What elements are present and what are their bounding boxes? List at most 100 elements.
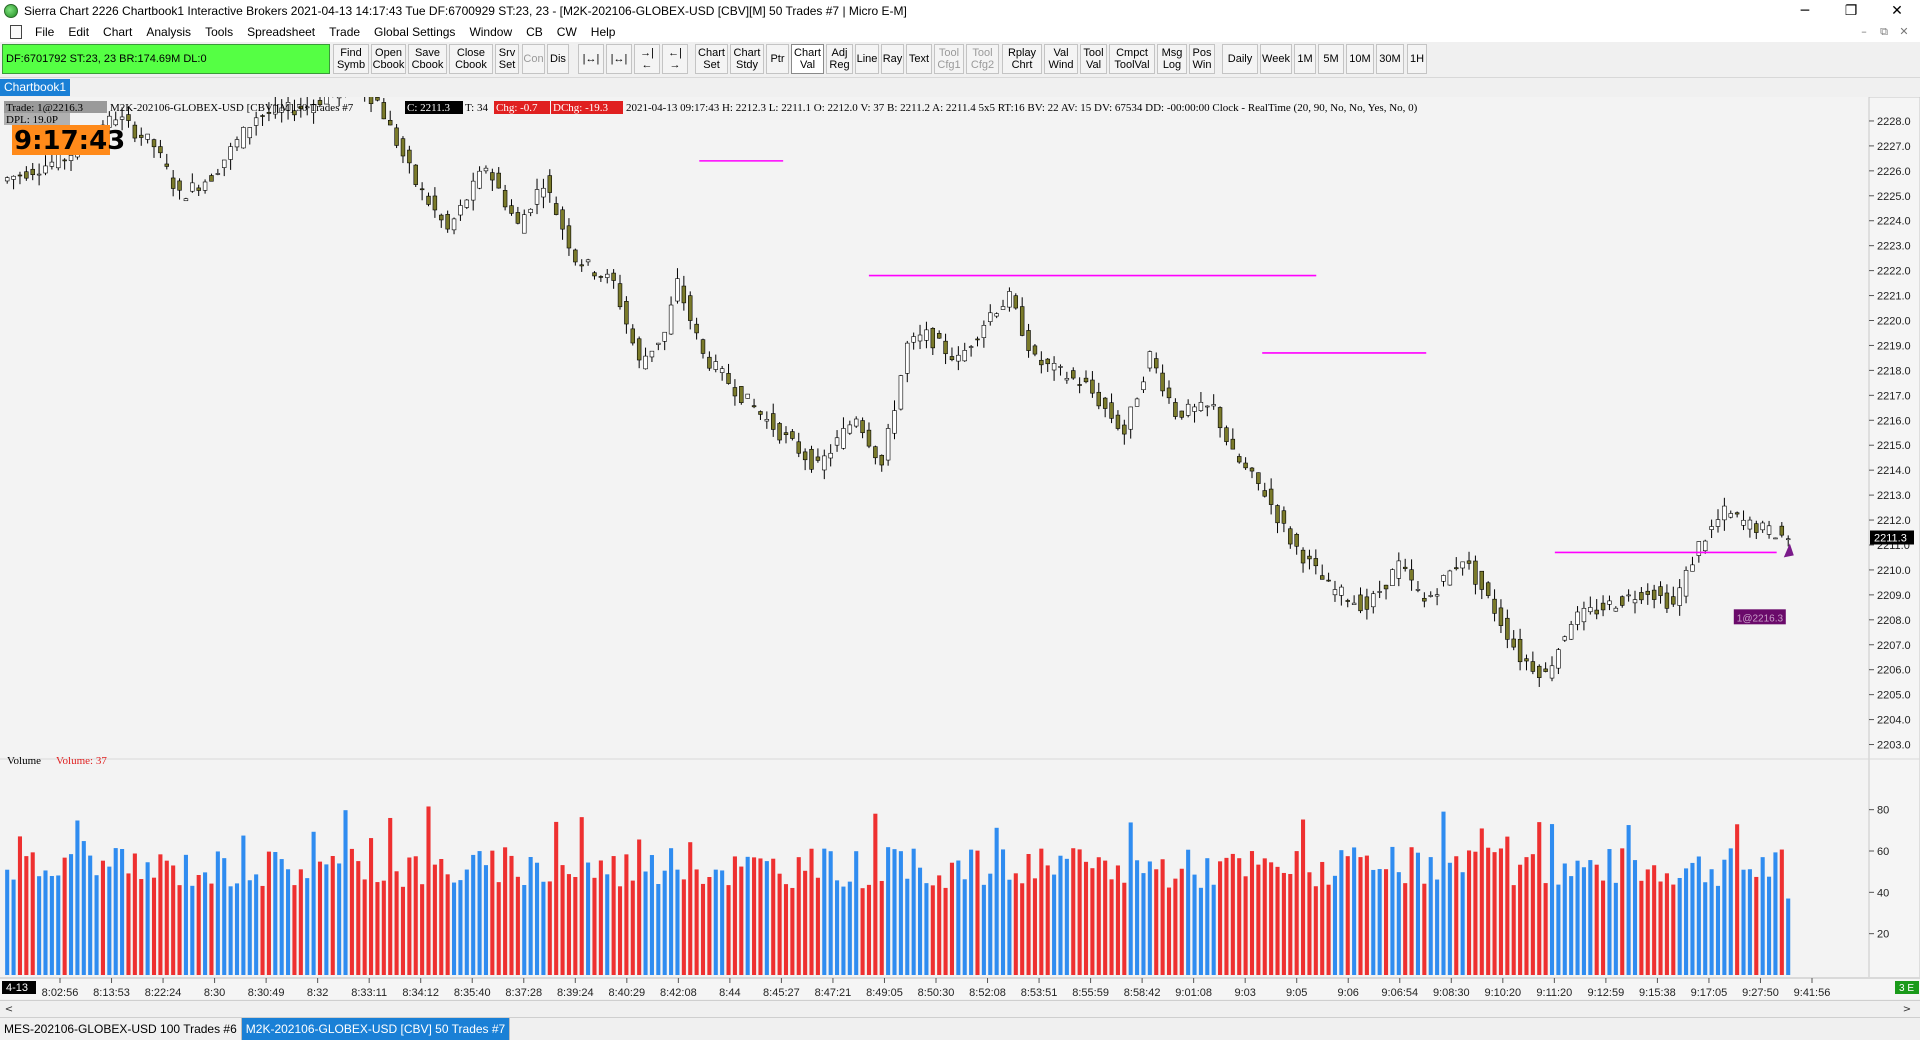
candle-body (1505, 617, 1510, 640)
volume-bar (375, 882, 380, 975)
restore-icon[interactable]: ❐ (1828, 0, 1874, 22)
menu-analysis[interactable]: Analysis (139, 25, 198, 39)
menu-help[interactable]: Help (584, 25, 623, 39)
chart-tab-2[interactable]: M2K-202106-GLOBEX-USD [CBV] 50 Trades #7 (241, 1018, 511, 1040)
volume-bar (1588, 860, 1593, 975)
volume-bar (956, 860, 961, 975)
1h-period-button[interactable]: 1H (1407, 44, 1427, 74)
connection-status-box[interactable]: DF:6701792 ST:23, 23 BR:174.69M DL:0 (2, 44, 330, 74)
scale-compress-button[interactable]: |↔| (606, 44, 632, 74)
candle-body (464, 199, 470, 208)
chart-tab-1[interactable]: MES-202106-GLOBEX-USD 100 Trades #6 (0, 1018, 242, 1040)
mdi-minimize-icon[interactable]: – (1854, 22, 1874, 42)
ray-tool-button[interactable]: Ray (881, 44, 904, 74)
menu-spreadsheet[interactable]: Spreadsheet (240, 25, 322, 39)
menu-global-settings[interactable]: Global Settings (367, 25, 462, 39)
volume-bar (177, 885, 182, 975)
bars-compress-button[interactable]: →|← (634, 44, 660, 74)
scale-expand-button[interactable]: |↔| (578, 44, 604, 74)
connect-button[interactable]: Con (522, 44, 545, 74)
scroll-left-arrow-icon[interactable]: < (2, 1002, 16, 1017)
chartbook-tab[interactable]: Chartbook1 (0, 79, 71, 96)
candle-body (873, 446, 878, 459)
volume-bar (132, 853, 137, 975)
candle-body (796, 441, 801, 454)
bars-expand-button[interactable]: ←|→ (662, 44, 688, 74)
chart-area[interactable]: 2228.0 2227.0 2226.0 2225.0 2224.0 2223.0 2222… (0, 97, 1920, 999)
volume-bar (1307, 872, 1312, 975)
30m-period-button[interactable]: 30M (1376, 44, 1404, 74)
volume-bar (1428, 857, 1433, 975)
volume-bar (720, 870, 725, 975)
menu-cw[interactable]: CW (550, 25, 584, 39)
volume-bar (1115, 865, 1120, 975)
menu-chart[interactable]: Chart (96, 25, 139, 39)
replay-chart-button[interactable]: Rplay Chrt (1002, 44, 1042, 74)
volume-bar (151, 877, 157, 975)
disconnect-button[interactable]: Dis (547, 44, 569, 74)
volume-bar (509, 855, 514, 975)
menu-cb[interactable]: CB (519, 25, 550, 39)
values-window-button[interactable]: Val Wind (1044, 44, 1078, 74)
chart-settings-button[interactable]: Chart Set (695, 44, 728, 74)
volume-bar (1492, 852, 1497, 975)
chart-document-icon[interactable] (10, 25, 22, 39)
menu-file[interactable]: File (28, 25, 61, 39)
5m-period-button[interactable]: 5M (1318, 44, 1344, 74)
close-chartbook-button[interactable]: Close Cbook (449, 44, 493, 74)
volume-bar (483, 865, 489, 975)
daily-change-label: DChg: -19.3 (553, 102, 609, 114)
candle-body (617, 283, 623, 308)
minimize-icon[interactable]: ─ (1782, 0, 1828, 22)
menu-window[interactable]: Window (462, 25, 519, 39)
tool-values-button[interactable]: Tool Val (1080, 44, 1107, 74)
plot-background[interactable] (0, 97, 1869, 979)
candle-body (592, 272, 597, 277)
candle-body (432, 195, 438, 211)
menu-edit[interactable]: Edit (61, 25, 96, 39)
chart-studies-button[interactable]: Chart Stdy (730, 44, 764, 74)
menu-trade[interactable]: Trade (322, 25, 367, 39)
open-chartbook-button[interactable]: Open Cbook (371, 44, 406, 74)
compact-tool-values-button[interactable]: Cmpct ToolVal (1109, 44, 1155, 74)
tool-config-1-button[interactable]: Tool Cfg1 (934, 44, 964, 74)
positions-window-button[interactable]: Pos Win (1189, 44, 1215, 74)
message-log-button[interactable]: Msg Log (1157, 44, 1187, 74)
volume-bar (1486, 847, 1491, 975)
volume-bar (1326, 884, 1331, 975)
server-settings-button[interactable]: Srv Set (495, 44, 519, 74)
time-tick-label: 8:33:11 (351, 987, 387, 999)
chart-values-tool-button[interactable]: Chart Val (791, 44, 824, 74)
close-icon[interactable]: ✕ (1874, 0, 1920, 22)
1m-period-button[interactable]: 1M (1294, 44, 1316, 74)
weekly-period-button[interactable]: Week (1260, 44, 1292, 74)
daily-period-button[interactable]: Daily (1222, 44, 1258, 74)
candle-body (36, 173, 42, 176)
horizontal-scrollbar[interactable]: < > (0, 1000, 1920, 1017)
text-tool-button[interactable]: Text (906, 44, 932, 74)
find-symbol-button[interactable]: Find Symb (333, 44, 369, 74)
candle-body (170, 177, 176, 189)
volume-bar (911, 848, 916, 975)
save-chartbook-button[interactable]: Save Cbook (408, 44, 447, 74)
volume-bar (1198, 887, 1203, 975)
pointer-tool-button[interactable]: Ptr (766, 44, 789, 74)
candle-body (943, 340, 948, 355)
volume-bar (490, 850, 495, 975)
line-tool-button[interactable]: Line (855, 44, 879, 74)
mdi-close-icon[interactable]: ✕ (1894, 22, 1914, 42)
last-price-label: 2211.3 (1874, 533, 1907, 545)
candle-body (1760, 522, 1765, 531)
mdi-restore-icon[interactable]: ⧉ (1874, 22, 1894, 42)
adjust-region-tool-button[interactable]: Adj Reg (826, 44, 853, 74)
volume-bar (1249, 851, 1255, 975)
candle-body (1000, 306, 1006, 310)
volume-bar (458, 880, 463, 975)
candle-body (975, 338, 980, 341)
volume-bar (439, 858, 444, 975)
volume-bar (43, 870, 48, 975)
menu-tools[interactable]: Tools (198, 25, 240, 39)
tool-config-2-button[interactable]: Tool Cfg2 (966, 44, 999, 74)
10m-period-button[interactable]: 10M (1346, 44, 1374, 74)
scroll-right-arrow-icon[interactable]: > (1900, 1002, 1914, 1017)
